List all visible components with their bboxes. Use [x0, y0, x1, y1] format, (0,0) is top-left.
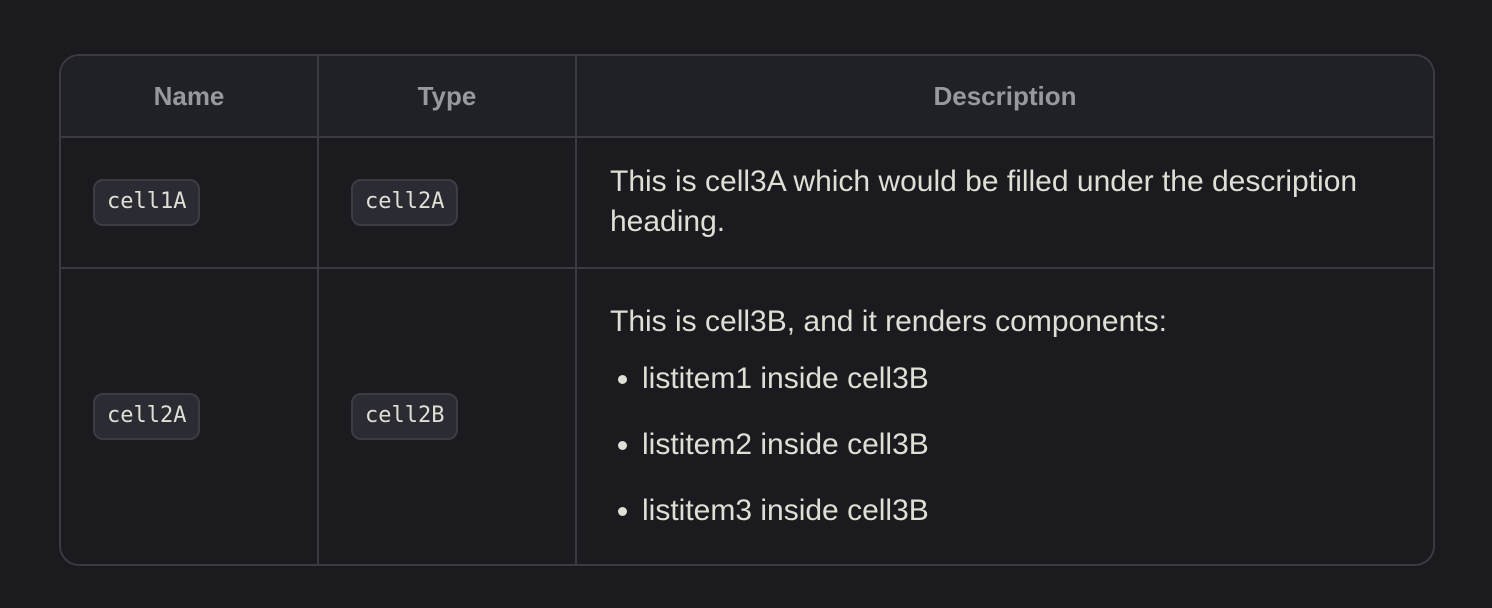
inline-code: cell2B — [351, 392, 459, 440]
description-cell: This is cell3A which would be filled und… — [575, 136, 1433, 269]
column-header-type: Type — [317, 56, 577, 138]
description-cell: This is cell3B, and it renders component… — [575, 266, 1433, 564]
type-cell: cell2B — [317, 266, 577, 564]
inline-code: cell2A — [351, 178, 459, 226]
data-table: Name Type Description cell1A cell2A This… — [59, 54, 1435, 566]
description-text: This is cell3A which would be filled und… — [610, 165, 1358, 239]
name-cell: cell1A — [61, 136, 319, 269]
table-row: cell1A cell2A This is cell3A which would… — [61, 136, 1433, 269]
list-item: listitem3 inside cell3B — [642, 491, 1393, 531]
type-cell: cell2A — [317, 136, 577, 269]
inline-code: cell2A — [93, 392, 201, 440]
table-header-row: Name Type Description — [61, 56, 1433, 138]
list-item: listitem1 inside cell3B — [642, 359, 1393, 399]
column-header-name: Name — [61, 56, 319, 138]
name-cell: cell2A — [61, 266, 319, 564]
table-row: cell2A cell2B This is cell3B, and it ren… — [61, 266, 1433, 564]
column-header-description: Description — [575, 56, 1433, 138]
list-item: listitem2 inside cell3B — [642, 425, 1393, 465]
description-list: listitem1 inside cell3B listitem2 inside… — [610, 359, 1393, 531]
inline-code: cell1A — [93, 178, 201, 226]
description-text: This is cell3B, and it renders component… — [610, 304, 1167, 338]
